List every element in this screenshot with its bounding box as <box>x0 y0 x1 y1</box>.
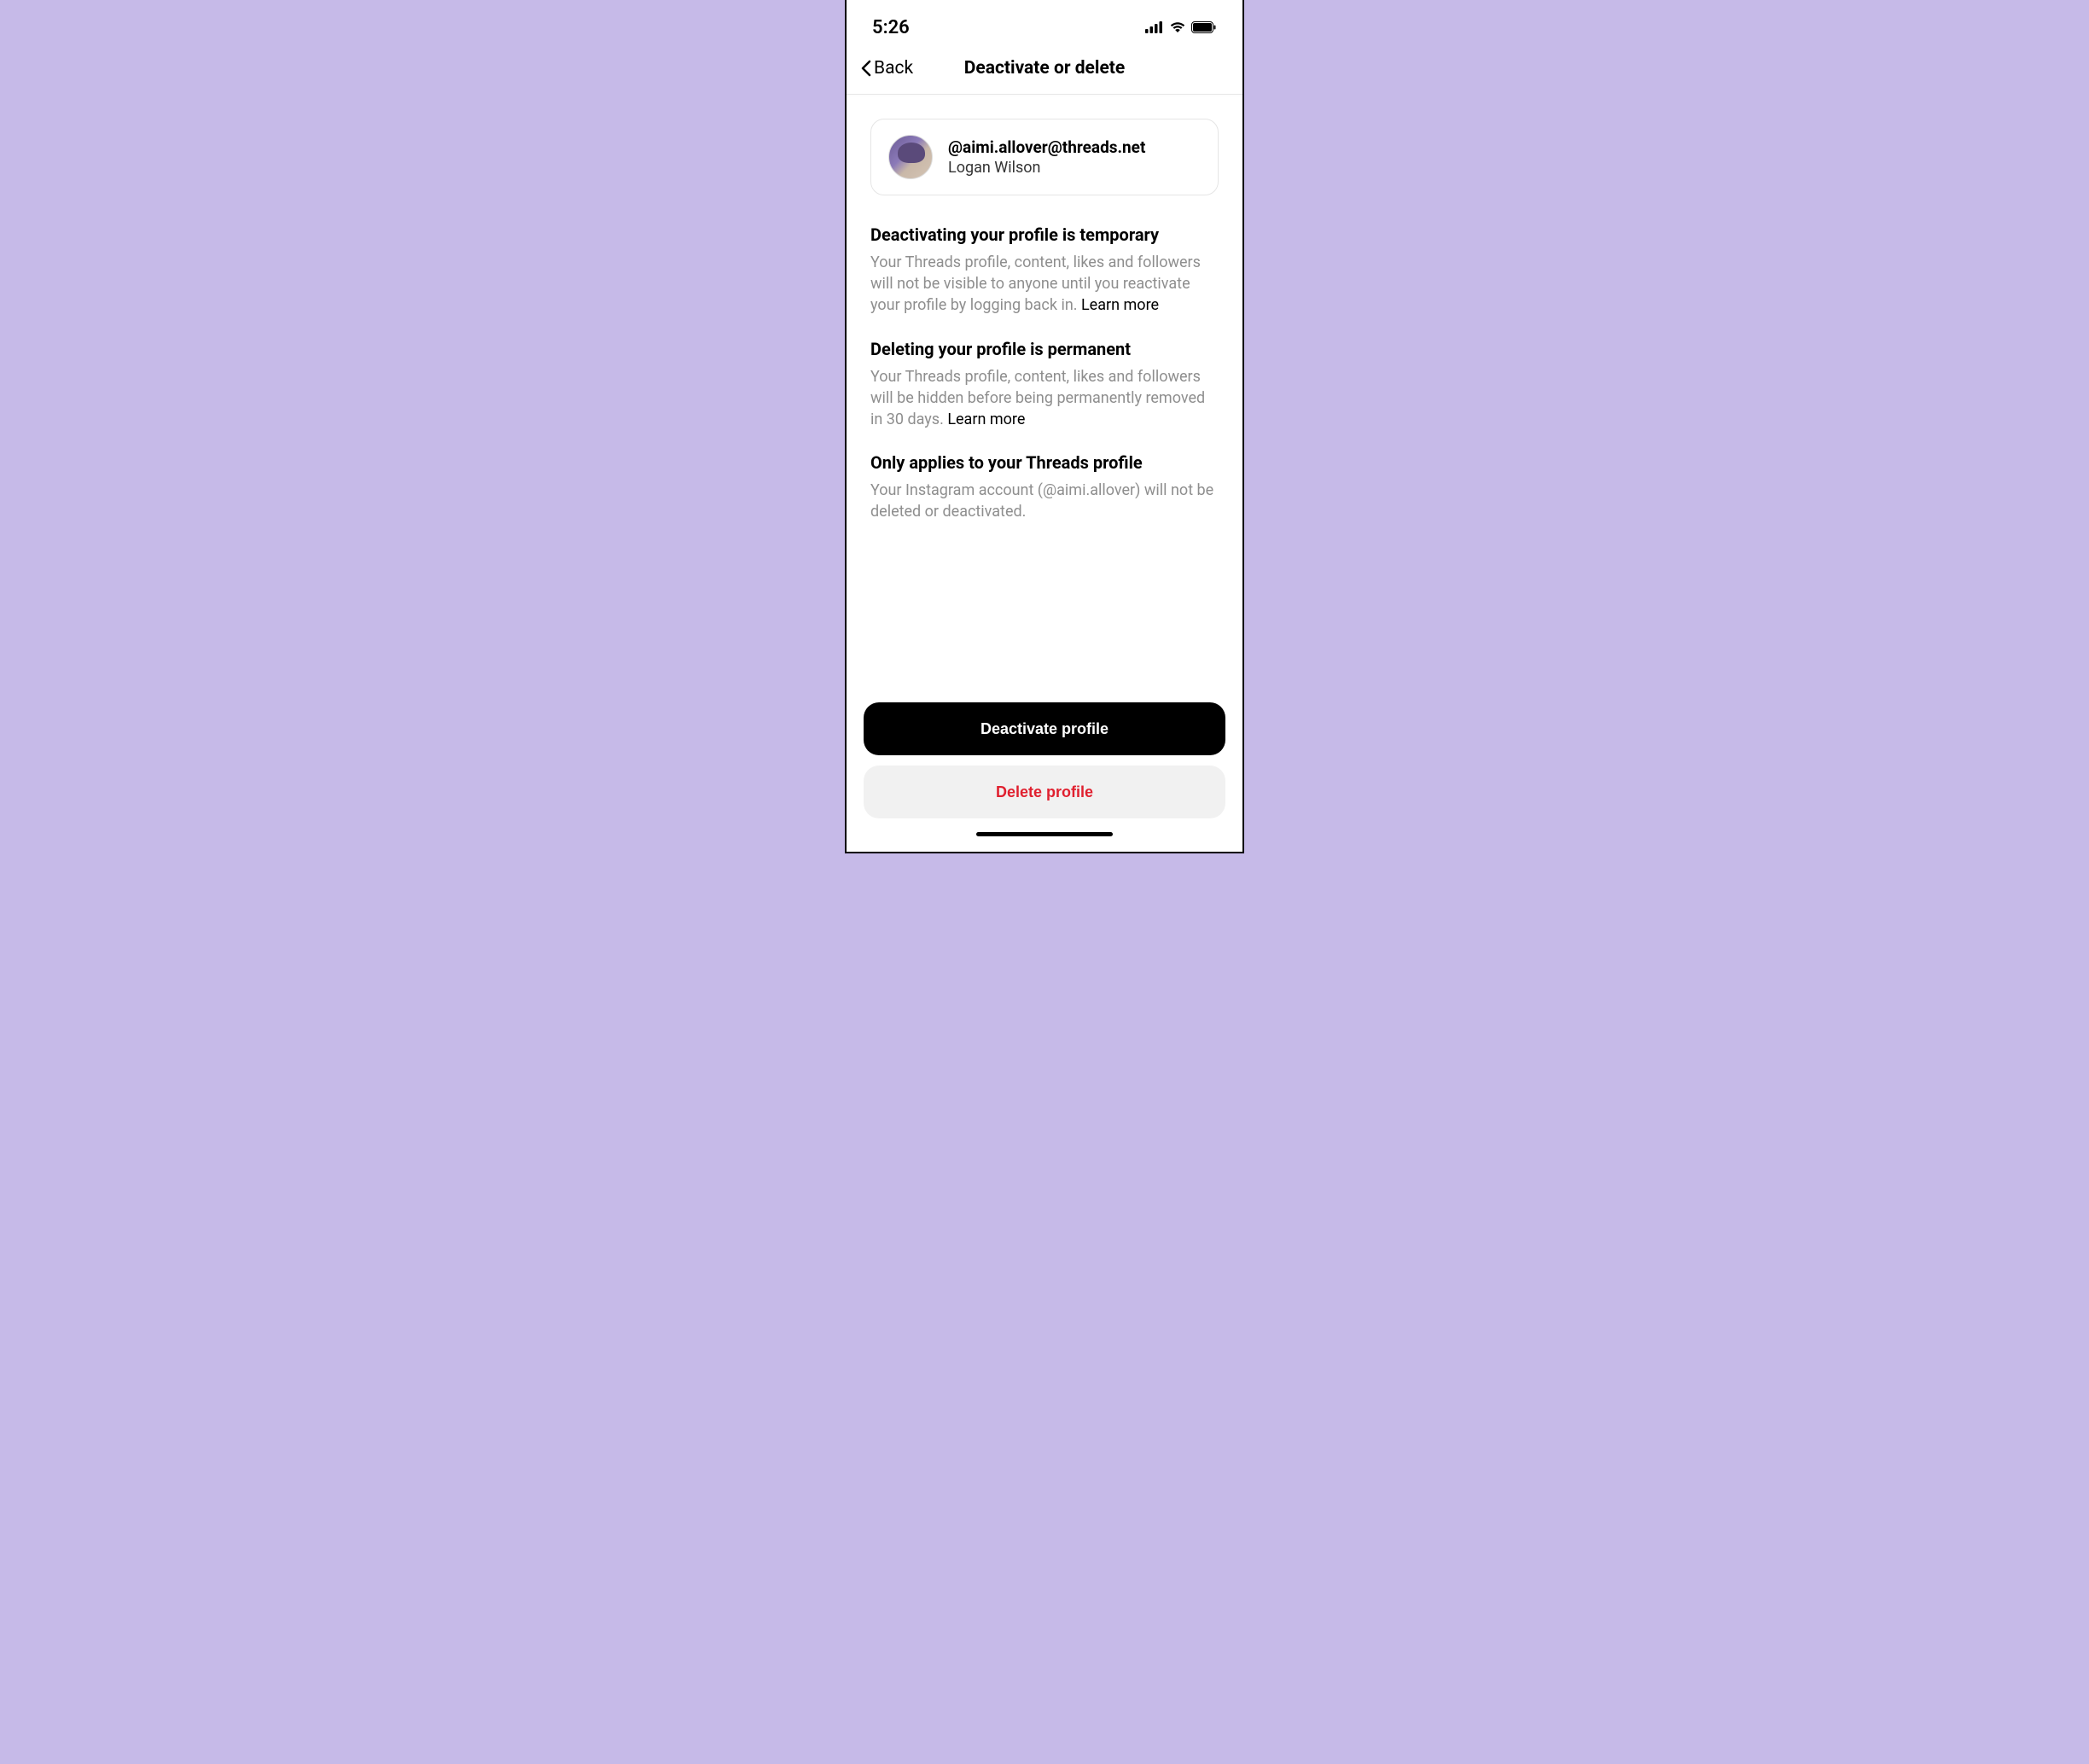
cellular-icon <box>1145 21 1164 33</box>
account-handle: @aimi.allover@threads.net <box>948 137 1145 157</box>
section-deactivate: Deactivating your profile is temporary Y… <box>870 224 1219 317</box>
back-button[interactable]: Back <box>860 58 913 79</box>
back-label: Back <box>874 58 913 79</box>
battery-icon <box>1191 21 1217 33</box>
section-deactivate-body: Your Threads profile, content, likes and… <box>870 252 1219 317</box>
delete-button[interactable]: Delete profile <box>864 766 1225 818</box>
section-delete-body: Your Threads profile, content, likes and… <box>870 366 1219 431</box>
learn-more-delete[interactable]: Learn more <box>947 410 1025 428</box>
learn-more-deactivate[interactable]: Learn more <box>1081 296 1159 314</box>
account-text: @aimi.allover@threads.net Logan Wilson <box>948 137 1145 177</box>
status-icons <box>1145 21 1217 33</box>
deactivate-button[interactable]: Deactivate profile <box>864 702 1225 755</box>
section-delete: Deleting your profile is permanent Your … <box>870 339 1219 431</box>
status-bar: 5:26 <box>847 0 1242 48</box>
section-scope-body: Your Instagram account (@aimi.allover) w… <box>870 480 1219 522</box>
chevron-left-icon <box>860 60 872 77</box>
account-card: @aimi.allover@threads.net Logan Wilson <box>870 119 1219 195</box>
section-deactivate-title: Deactivating your profile is temporary <box>870 224 1219 245</box>
nav-bar: Back Deactivate or delete <box>847 48 1242 94</box>
section-delete-title: Deleting your profile is permanent <box>870 339 1219 359</box>
avatar <box>888 135 933 179</box>
section-scope: Only applies to your Threads profile You… <box>870 452 1219 522</box>
account-name: Logan Wilson <box>948 159 1145 177</box>
wifi-icon <box>1169 21 1186 33</box>
status-time: 5:26 <box>872 17 910 38</box>
content-area: @aimi.allover@threads.net Logan Wilson D… <box>847 95 1242 702</box>
page-title: Deactivate or delete <box>964 58 1126 79</box>
footer: Deactivate profile Delete profile <box>847 702 1242 852</box>
section-delete-text: Your Threads profile, content, likes and… <box>870 368 1205 428</box>
home-indicator[interactable] <box>976 832 1113 836</box>
phone-frame: 5:26 <box>845 0 1244 853</box>
section-scope-title: Only applies to your Threads profile <box>870 452 1219 473</box>
